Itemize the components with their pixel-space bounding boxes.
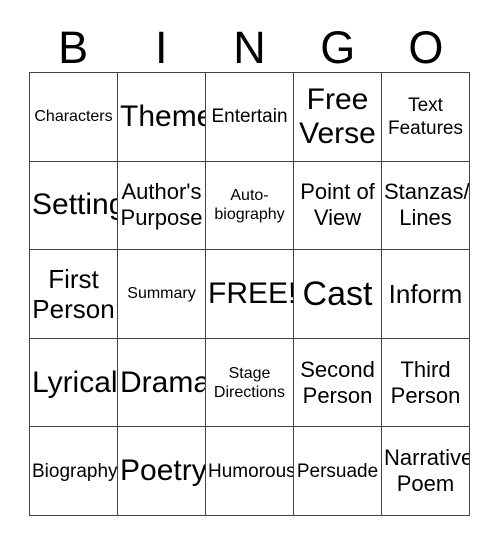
bingo-cell-g4[interactable]: Second Person <box>294 338 382 428</box>
header-letter-b: B <box>58 22 89 73</box>
bingo-cell-label: Text Features <box>388 94 463 139</box>
bingo-cell-label: Narrative Poem <box>384 445 470 497</box>
bingo-cell-label: Stanzas/ Lines <box>384 179 470 231</box>
bingo-cell-label: Second Person <box>300 356 375 408</box>
bingo-cell-b4[interactable]: Lyrical <box>30 338 118 428</box>
bingo-cell-label: Characters <box>34 108 113 126</box>
bingo-cell-g3[interactable]: Cast <box>294 250 382 339</box>
bingo-cell-label: Summary <box>127 285 196 303</box>
bingo-cell-o3[interactable]: Inform <box>382 250 470 339</box>
header-letter-i: I <box>155 22 168 73</box>
bingo-cell-n4[interactable]: Stage Directions <box>206 338 294 428</box>
bingo-card: B I N G O Characters Theme Entertain Fre… <box>0 0 500 544</box>
bingo-cell-label: Theme <box>120 99 206 133</box>
bingo-cell-i1[interactable]: Theme <box>118 73 206 162</box>
bingo-cell-label: Drama <box>120 365 206 399</box>
bingo-cell-o4[interactable]: Third Person <box>382 338 470 428</box>
bingo-cell-label: Setting <box>32 188 118 222</box>
bingo-cell-label: Auto- biography <box>214 187 285 224</box>
bingo-cell-label: Biography <box>32 460 118 482</box>
bingo-cell-g1[interactable]: Free Verse <box>294 73 382 162</box>
bingo-cell-n5[interactable]: Humorous <box>206 427 294 516</box>
bingo-cell-label: First Person <box>32 263 115 324</box>
bingo-cell-i3[interactable]: Summary <box>118 250 206 339</box>
bingo-cell-label: Free Verse <box>299 82 376 150</box>
bingo-cell-g2[interactable]: Point of View <box>294 161 382 251</box>
bingo-cell-label: Poetry <box>120 454 206 488</box>
bingo-cell-b5[interactable]: Biography <box>30 427 118 516</box>
bingo-cell-b1[interactable]: Characters <box>30 73 118 162</box>
bingo-cell-i5[interactable]: Poetry <box>118 427 206 516</box>
bingo-cell-i2[interactable]: Author's Purpose <box>118 161 206 251</box>
bingo-cell-n1[interactable]: Entertain <box>206 73 294 162</box>
bingo-cell-b3[interactable]: First Person <box>30 250 118 339</box>
bingo-cell-label: Point of View <box>300 179 375 231</box>
bingo-cell-b2[interactable]: Setting <box>30 161 118 251</box>
bingo-cell-o1[interactable]: Text Features <box>382 73 470 162</box>
bingo-cell-label: Stage Directions <box>213 364 286 401</box>
header-letter-o: O <box>408 22 444 73</box>
bingo-cell-label: Cast <box>302 274 373 313</box>
bingo-cell-o5[interactable]: Narrative Poem <box>382 427 470 516</box>
bingo-cell-label: Third Person <box>390 356 461 408</box>
bingo-header: B I N G O <box>29 14 470 72</box>
bingo-cell-i4[interactable]: Drama <box>118 338 206 428</box>
bingo-cell-label: Entertain <box>211 106 288 128</box>
bingo-cell-label: Humorous <box>208 460 294 482</box>
bingo-cell-label: Persuade <box>296 460 379 482</box>
header-letter-n: N <box>233 22 266 73</box>
header-letter-g: G <box>320 22 356 73</box>
free-space-label: FREE! <box>208 276 294 310</box>
bingo-cell-label: Inform <box>388 278 463 309</box>
bingo-cell-label: Author's Purpose <box>120 179 203 231</box>
bingo-cell-n2[interactable]: Auto- biography <box>206 161 294 251</box>
bingo-grid: Characters Theme Entertain Free Verse Te… <box>29 72 470 516</box>
bingo-cell-o2[interactable]: Stanzas/ Lines <box>382 161 470 251</box>
bingo-cell-g5[interactable]: Persuade <box>294 427 382 516</box>
bingo-cell-free-space[interactable]: FREE! <box>206 250 294 339</box>
bingo-cell-label: Lyrical <box>32 365 118 399</box>
